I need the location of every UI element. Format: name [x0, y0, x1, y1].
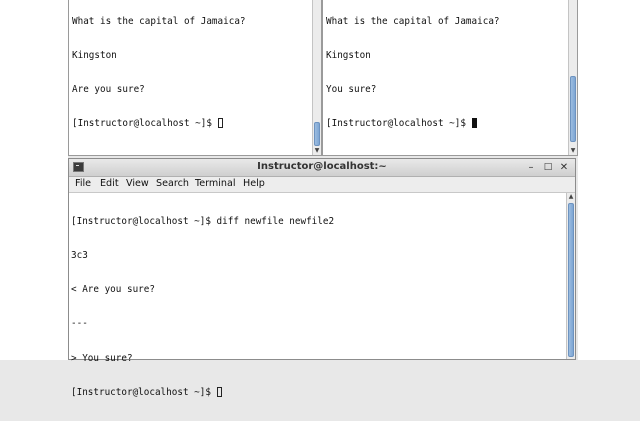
menu-bar: File Edit View Search Terminal Help	[69, 177, 575, 193]
menu-terminal[interactable]: Terminal	[195, 178, 236, 189]
output-line: Are you sure?	[72, 84, 145, 96]
scrollbar-thumb[interactable]	[568, 203, 574, 357]
terminal-window: Instructor@localhost:~ – □ ✕ File Edit V…	[68, 158, 576, 398]
title-bar[interactable]: Instructor@localhost:~ – □ ✕	[69, 159, 575, 177]
maximize-icon[interactable]: □	[542, 161, 554, 174]
output-line: What is the capital of Jamaica?	[72, 15, 246, 27]
output-line: Kingston	[72, 50, 117, 62]
output-line: 3c3	[71, 250, 88, 262]
menu-view[interactable]: View	[126, 178, 149, 189]
text-cursor	[217, 118, 223, 129]
shell-prompt: [Instructor@localhost ~]$	[72, 118, 218, 130]
vertical-scrollbar[interactable]: ▲	[566, 193, 575, 359]
terminal-text: What is the capital of Jamaica? Kingston…	[326, 0, 500, 153]
terminal-area[interactable]: [Instructor@localhost ~]$ diff newfile n…	[69, 193, 566, 398]
menu-edit[interactable]: Edit	[100, 178, 119, 189]
scroll-down-icon[interactable]: ▼	[569, 147, 577, 155]
output-line: Kingston	[326, 50, 371, 62]
desktop-background-left	[0, 0, 68, 360]
top-left-terminal[interactable]: What is the capital of Jamaica? Kingston…	[68, 0, 322, 156]
output-line: You sure?	[326, 84, 377, 96]
terminal-text: [Instructor@localhost ~]$ diff newfile n…	[71, 193, 334, 421]
text-cursor	[216, 386, 222, 397]
minimize-icon[interactable]: –	[525, 161, 537, 174]
output-line: < Are you sure?	[71, 284, 155, 296]
output-line: What is the capital of Jamaica?	[326, 15, 500, 27]
terminal-text: What is the capital of Jamaica? Kingston…	[72, 0, 246, 153]
vertical-scrollbar[interactable]: ▼	[568, 0, 577, 155]
scrollbar-thumb[interactable]	[570, 76, 576, 142]
menu-file[interactable]: File	[75, 178, 91, 189]
output-line: ---	[71, 318, 88, 330]
menu-help[interactable]: Help	[243, 178, 265, 189]
command-line: [Instructor@localhost ~]$ diff newfile n…	[71, 215, 335, 227]
top-right-terminal[interactable]: What is the capital of Jamaica? Kingston…	[322, 0, 578, 156]
shell-prompt: [Instructor@localhost ~]$	[326, 118, 472, 130]
close-icon[interactable]: ✕	[558, 161, 570, 174]
text-cursor	[471, 118, 477, 129]
scroll-up-icon[interactable]: ▲	[567, 193, 575, 201]
vertical-scrollbar[interactable]: ▼	[312, 0, 321, 155]
shell-prompt: [Instructor@localhost ~]$	[71, 386, 217, 398]
menu-search[interactable]: Search	[156, 178, 189, 189]
output-line: > You sure?	[71, 352, 133, 364]
scrollbar-thumb[interactable]	[314, 122, 320, 146]
scroll-down-icon[interactable]: ▼	[313, 147, 321, 155]
desktop-background-right	[578, 0, 640, 360]
window-title: Instructor@localhost:~	[257, 161, 387, 172]
